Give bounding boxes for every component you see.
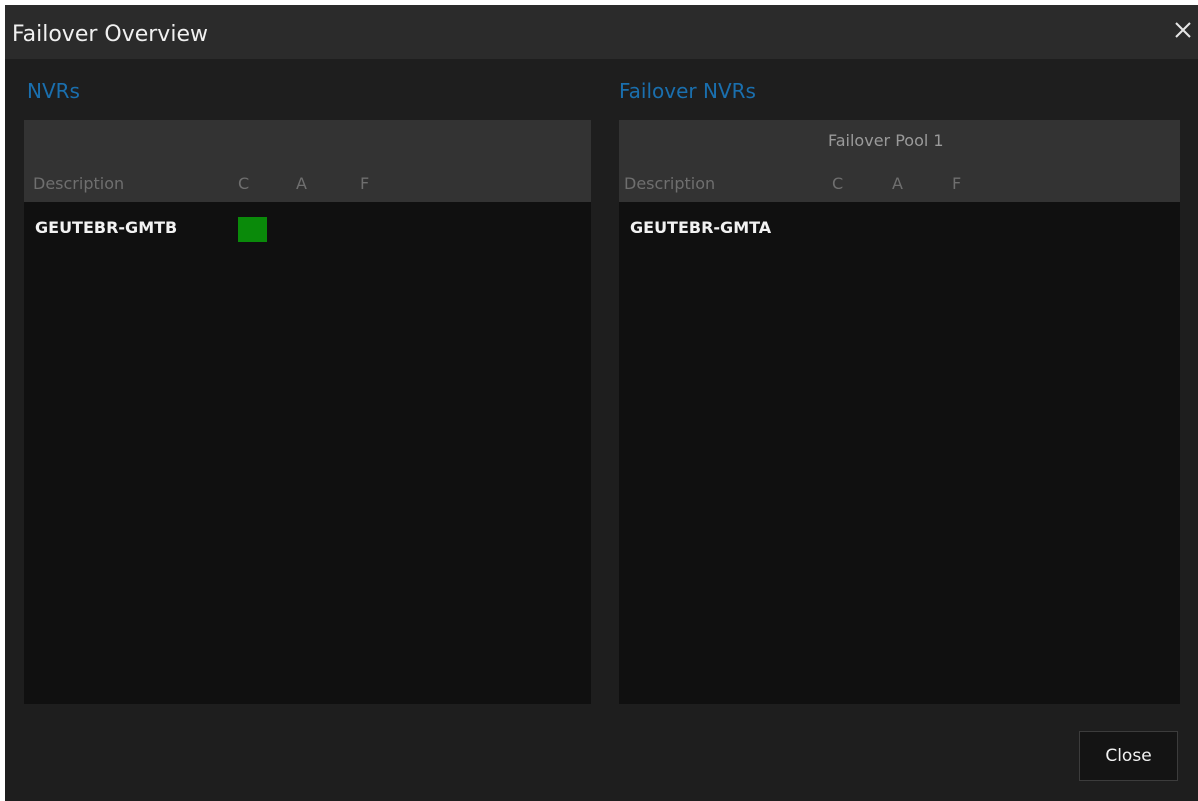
column-header-c[interactable]: C: [238, 174, 249, 194]
column-header-description[interactable]: Description: [624, 174, 715, 194]
column-header-a[interactable]: A: [296, 174, 307, 194]
failover-nvrs-section-title: Failover NVRs: [619, 79, 756, 103]
close-icon[interactable]: [1172, 19, 1194, 41]
nvr-row-description[interactable]: GEUTEBR-GMTB: [35, 217, 177, 239]
title-bar: Failover Overview: [5, 5, 1198, 59]
dialog-title: Failover Overview: [12, 22, 208, 47]
failover-pool-name: Failover Pool 1: [828, 131, 944, 150]
column-header-a[interactable]: A: [892, 174, 903, 194]
connection-status-indicator: [238, 217, 267, 242]
nvrs-list-panel: Description C A F GEUTEBR-GMTB: [24, 120, 591, 704]
failover-list-header: Failover Pool 1 Description C A F: [619, 120, 1180, 202]
column-header-f[interactable]: F: [952, 174, 961, 194]
column-header-c[interactable]: C: [832, 174, 843, 194]
failover-nvr-row-description[interactable]: GEUTEBR-GMTA: [630, 217, 771, 239]
column-header-description[interactable]: Description: [33, 174, 124, 194]
column-header-f[interactable]: F: [360, 174, 369, 194]
nvrs-section-title: NVRs: [27, 79, 80, 103]
failover-nvrs-list-panel: Failover Pool 1 Description C A F GEUTEB…: [619, 120, 1180, 704]
nvrs-list-header: Description C A F: [24, 120, 591, 202]
failover-overview-dialog: Failover Overview NVRs Description C A F…: [5, 5, 1198, 801]
close-button[interactable]: Close: [1079, 731, 1178, 781]
